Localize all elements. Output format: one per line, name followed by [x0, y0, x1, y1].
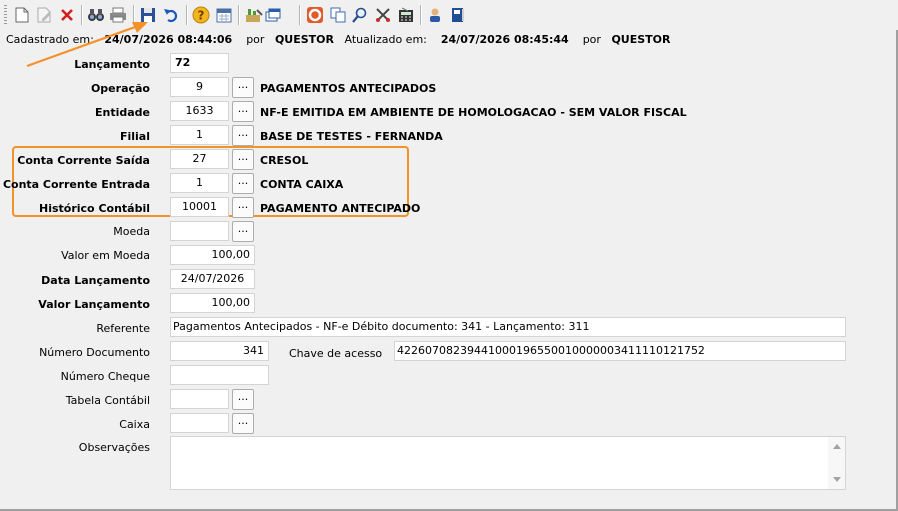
- cc-saida-field[interactable]: 27: [170, 149, 229, 169]
- valor-lancamento-field[interactable]: 100,00: [170, 293, 255, 313]
- tools-report-icon[interactable]: [244, 5, 264, 25]
- filial-lookup-button[interactable]: ...: [232, 125, 254, 146]
- numero-documento-field[interactable]: 341: [170, 341, 269, 361]
- filial-description: BASE DE TESTES - FERNANDA: [260, 130, 443, 143]
- cc-saida-description: CRESOL: [260, 154, 309, 167]
- cc-entrada-label: Conta Corrente Entrada: [2, 178, 150, 191]
- moeda-field[interactable]: [170, 221, 229, 241]
- entidade-field[interactable]: 1633: [170, 101, 229, 121]
- tabela-contabil-label: Tabela Contábil: [65, 394, 150, 407]
- updated-at: 24/07/2026 08:45:44: [440, 33, 569, 46]
- entidade-description: NF-E EMITIDA EM AMBIENTE DE HOMOLOGACAO …: [260, 106, 687, 119]
- valor-lancamento-label: Valor Lançamento: [38, 298, 150, 311]
- cc-entrada-description: CONTA CAIXA: [260, 178, 344, 191]
- historico-field[interactable]: 10001: [170, 197, 229, 217]
- undo-icon[interactable]: [161, 5, 181, 25]
- updated-label: Atualizado em:: [344, 33, 427, 46]
- operacao-lookup-button[interactable]: ...: [232, 77, 254, 98]
- operacao-label: Operação: [90, 82, 150, 95]
- scroll-down-icon[interactable]: [833, 477, 841, 482]
- cc-entrada-lookup-button[interactable]: ...: [232, 173, 254, 194]
- moeda-label: Moeda: [113, 225, 150, 238]
- lancamento-field[interactable]: 72: [170, 53, 229, 73]
- toolbar-grip[interactable]: [4, 5, 7, 25]
- calculator-icon[interactable]: [396, 5, 416, 25]
- cc-entrada-field[interactable]: 1: [170, 173, 229, 193]
- scroll-up-icon[interactable]: [833, 444, 841, 449]
- historico-label: Histórico Contábil: [39, 202, 150, 215]
- created-by: QUESTOR: [274, 33, 334, 46]
- windows-dropdown-icon[interactable]: [265, 5, 285, 25]
- filial-label: Filial: [119, 130, 150, 143]
- lancamento-label: Lançamento: [74, 58, 150, 71]
- book-icon[interactable]: [448, 5, 468, 25]
- historico-lookup-button[interactable]: ...: [232, 197, 254, 218]
- numero-cheque-field[interactable]: [170, 365, 269, 385]
- numero-cheque-label: Número Cheque: [60, 370, 150, 383]
- observacoes-label: Observações: [78, 441, 150, 454]
- referente-label: Referente: [96, 322, 150, 335]
- historico-description: PAGAMENTO ANTECIPADO: [260, 202, 421, 215]
- created-by-label: por: [246, 33, 265, 46]
- moeda-lookup-button[interactable]: ...: [232, 221, 254, 242]
- chave-acesso-field[interactable]: 4226070823944100019655001000000341111012…: [394, 341, 846, 361]
- entidade-lookup-button[interactable]: ...: [232, 101, 254, 122]
- tabela-contabil-lookup-button[interactable]: ...: [232, 389, 254, 410]
- operacao-field[interactable]: 9: [170, 77, 229, 97]
- svg-text:?: ?: [198, 9, 205, 23]
- observacoes-scrollbar[interactable]: [828, 437, 845, 489]
- operacao-description: PAGAMENTOS ANTECIPADOS: [260, 82, 437, 95]
- filial-field[interactable]: 1: [170, 125, 229, 145]
- caixa-lookup-button[interactable]: ...: [232, 413, 254, 434]
- data-lancamento-label: Data Lançamento: [41, 274, 150, 287]
- cc-saida-lookup-button[interactable]: ...: [232, 149, 254, 170]
- updated-by: QUESTOR: [611, 33, 671, 46]
- user-icon[interactable]: [425, 5, 445, 25]
- caixa-label: Caixa: [119, 418, 150, 431]
- tabela-contabil-field[interactable]: [170, 389, 229, 409]
- numero-documento-label: Número Documento: [39, 346, 150, 359]
- valor-moeda-label: Valor em Moeda: [61, 249, 150, 262]
- magnifier-icon[interactable]: [350, 5, 370, 25]
- caixa-field[interactable]: [170, 413, 229, 433]
- data-lancamento-field[interactable]: 24/07/2026: [170, 269, 255, 289]
- updated-by-label: por: [582, 33, 601, 46]
- calendar-icon[interactable]: [214, 5, 234, 25]
- valor-moeda-field[interactable]: 100,00: [170, 245, 255, 265]
- scissors-tools-icon[interactable]: [373, 5, 393, 25]
- referente-field[interactable]: Pagamentos Antecipados - NF-e Débito doc…: [170, 317, 846, 337]
- entidade-label: Entidade: [94, 106, 150, 119]
- lifebuoy-icon[interactable]: [305, 5, 325, 25]
- observacoes-textarea[interactable]: [170, 436, 846, 490]
- chave-acesso-label: Chave de acesso: [289, 347, 383, 360]
- help-icon[interactable]: ?: [191, 5, 211, 25]
- copy-icon[interactable]: [328, 5, 348, 25]
- cc-saida-label: Conta Corrente Saída: [17, 154, 150, 167]
